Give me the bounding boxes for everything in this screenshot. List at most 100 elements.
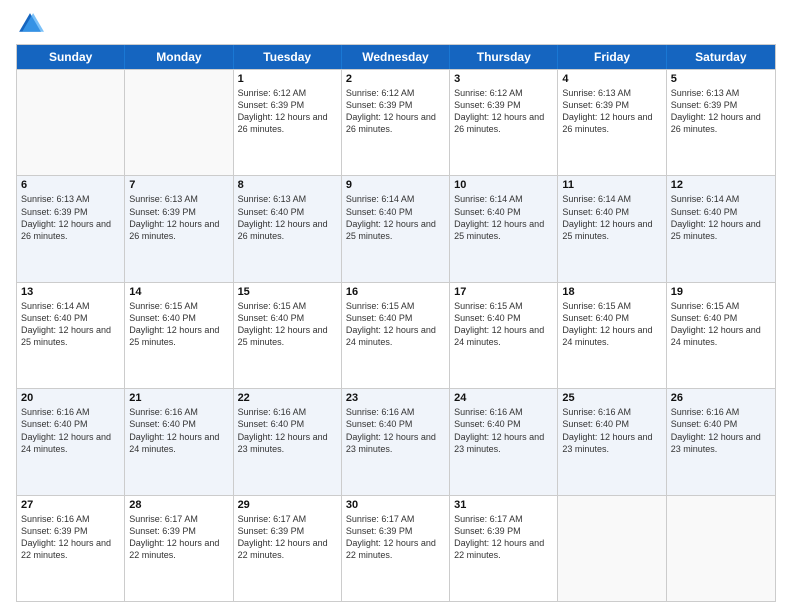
day-cell	[17, 70, 125, 175]
day-header-monday: Monday	[125, 45, 233, 69]
day-info: Sunrise: 6:16 AM Sunset: 6:40 PM Dayligh…	[21, 406, 120, 455]
day-number: 24	[454, 392, 553, 404]
day-cell: 17Sunrise: 6:15 AM Sunset: 6:40 PM Dayli…	[450, 283, 558, 388]
day-cell: 15 Sunrise: 6:15 AM Sunset: 6:40 PM Dayli…	[234, 283, 342, 388]
day-number: 7	[129, 179, 228, 191]
week-row: 6 Sunrise: 6:13 AM Sunset: 6:39 PM Daylig…	[17, 175, 775, 281]
day-header-saturday: Saturday	[667, 45, 775, 69]
day-info: Sunrise: 6:12 AM Sunset: 6:39 PM Dayligh…	[454, 87, 553, 136]
day-number: 11	[562, 179, 661, 191]
week-row: 13 Sunrise: 6:14 AM Sunset: 6:40 PM Dayli…	[17, 282, 775, 388]
day-cell	[125, 70, 233, 175]
day-cell	[667, 496, 775, 601]
day-cell: 1Sunrise: 6:12 AM Sunset: 6:39 PM Daylig…	[234, 70, 342, 175]
calendar: SundayMondayTuesdayWednesdayThursdayFrid…	[16, 44, 776, 602]
day-number: 10	[454, 179, 553, 191]
day-number: 21	[129, 392, 228, 404]
day-info: Sunrise: 6:16 AM Sunset: 6:40 PM Dayligh…	[129, 406, 228, 455]
week-row: 20 Sunrise: 6:16 AM Sunset: 6:40 PM Dayli…	[17, 388, 775, 494]
day-info: Sunrise: 6:14 AM Sunset: 6:40 PM Dayligh…	[346, 193, 445, 242]
day-info: Sunrise: 6:14 AM Sunset: 6:40 PM Dayligh…	[562, 193, 661, 242]
day-info: Sunrise: 6:16 AM Sunset: 6:40 PM Dayligh…	[238, 406, 337, 455]
day-number: 26	[671, 392, 771, 404]
day-number: 25	[562, 392, 661, 404]
day-header-thursday: Thursday	[450, 45, 558, 69]
day-cell: 12 Sunrise: 6:14 AM Sunset: 6:40 PM Dayli…	[667, 176, 775, 281]
day-number: 12	[671, 179, 771, 191]
day-info: Sunrise: 6:14 AM Sunset: 6:40 PM Dayligh…	[454, 193, 553, 242]
calendar-body: 1Sunrise: 6:12 AM Sunset: 6:39 PM Daylig…	[17, 69, 775, 601]
day-number: 29	[238, 499, 337, 511]
day-number: 3	[454, 73, 553, 85]
day-info: Sunrise: 6:13 AM Sunset: 6:39 PM Dayligh…	[562, 87, 661, 136]
day-info: Sunrise: 6:15 AM Sunset: 6:40 PM Dayligh…	[346, 300, 445, 349]
day-cell: 6 Sunrise: 6:13 AM Sunset: 6:39 PM Daylig…	[17, 176, 125, 281]
day-cell: 4 Sunrise: 6:13 AM Sunset: 6:39 PM Daylig…	[558, 70, 666, 175]
day-cell: 22 Sunrise: 6:16 AM Sunset: 6:40 PM Dayli…	[234, 389, 342, 494]
day-number: 28	[129, 499, 228, 511]
day-cell: 29Sunrise: 6:17 AM Sunset: 6:39 PM Dayli…	[234, 496, 342, 601]
day-number: 5	[671, 73, 771, 85]
day-cell: 8 Sunrise: 6:13 AM Sunset: 6:40 PM Daylig…	[234, 176, 342, 281]
day-cell: 16 Sunrise: 6:15 AM Sunset: 6:40 PM Dayli…	[342, 283, 450, 388]
day-number: 20	[21, 392, 120, 404]
day-number: 9	[346, 179, 445, 191]
day-number: 8	[238, 179, 337, 191]
day-info: Sunrise: 6:15 AM Sunset: 6:40 PM Dayligh…	[454, 300, 553, 349]
day-cell	[558, 496, 666, 601]
day-info: Sunrise: 6:16 AM Sunset: 6:40 PM Dayligh…	[562, 406, 661, 455]
day-header-tuesday: Tuesday	[234, 45, 342, 69]
day-info: Sunrise: 6:15 AM Sunset: 6:40 PM Dayligh…	[238, 300, 337, 349]
day-cell: 7 Sunrise: 6:13 AM Sunset: 6:39 PM Daylig…	[125, 176, 233, 281]
day-cell: 27 Sunrise: 6:16 AM Sunset: 6:39 PM Dayli…	[17, 496, 125, 601]
day-cell: 11 Sunrise: 6:14 AM Sunset: 6:40 PM Dayli…	[558, 176, 666, 281]
day-info: Sunrise: 6:13 AM Sunset: 6:40 PM Dayligh…	[238, 193, 337, 242]
day-cell: 9 Sunrise: 6:14 AM Sunset: 6:40 PM Daylig…	[342, 176, 450, 281]
day-header-sunday: Sunday	[17, 45, 125, 69]
day-info: Sunrise: 6:17 AM Sunset: 6:39 PM Dayligh…	[129, 513, 228, 562]
day-info: Sunrise: 6:13 AM Sunset: 6:39 PM Dayligh…	[129, 193, 228, 242]
week-row: 27 Sunrise: 6:16 AM Sunset: 6:39 PM Dayli…	[17, 495, 775, 601]
day-info: Sunrise: 6:15 AM Sunset: 6:40 PM Dayligh…	[671, 300, 771, 349]
day-number: 23	[346, 392, 445, 404]
day-info: Sunrise: 6:13 AM Sunset: 6:39 PM Dayligh…	[21, 193, 120, 242]
day-info: Sunrise: 6:13 AM Sunset: 6:39 PM Dayligh…	[671, 87, 771, 136]
day-number: 14	[129, 286, 228, 298]
day-cell: 3 Sunrise: 6:12 AM Sunset: 6:39 PM Daylig…	[450, 70, 558, 175]
day-number: 13	[21, 286, 120, 298]
day-cell: 19Sunrise: 6:15 AM Sunset: 6:40 PM Dayli…	[667, 283, 775, 388]
day-cell: 31Sunrise: 6:17 AM Sunset: 6:39 PM Dayli…	[450, 496, 558, 601]
logo	[16, 10, 48, 38]
day-cell: 30Sunrise: 6:17 AM Sunset: 6:39 PM Dayli…	[342, 496, 450, 601]
day-cell: 23 Sunrise: 6:16 AM Sunset: 6:40 PM Dayli…	[342, 389, 450, 494]
day-header-wednesday: Wednesday	[342, 45, 450, 69]
day-number: 4	[562, 73, 661, 85]
day-cell: 10 Sunrise: 6:14 AM Sunset: 6:40 PM Dayli…	[450, 176, 558, 281]
day-cell: 14 Sunrise: 6:15 AM Sunset: 6:40 PM Dayli…	[125, 283, 233, 388]
day-number: 15	[238, 286, 337, 298]
day-number: 2	[346, 73, 445, 85]
day-cell: 18Sunrise: 6:15 AM Sunset: 6:40 PM Dayli…	[558, 283, 666, 388]
day-number: 16	[346, 286, 445, 298]
day-info: Sunrise: 6:14 AM Sunset: 6:40 PM Dayligh…	[671, 193, 771, 242]
day-info: Sunrise: 6:12 AM Sunset: 6:39 PM Dayligh…	[346, 87, 445, 136]
day-info: Sunrise: 6:16 AM Sunset: 6:40 PM Dayligh…	[346, 406, 445, 455]
day-number: 22	[238, 392, 337, 404]
day-info: Sunrise: 6:16 AM Sunset: 6:40 PM Dayligh…	[454, 406, 553, 455]
day-cell: 5 Sunrise: 6:13 AM Sunset: 6:39 PM Daylig…	[667, 70, 775, 175]
day-info: Sunrise: 6:16 AM Sunset: 6:39 PM Dayligh…	[21, 513, 120, 562]
header	[16, 10, 776, 38]
day-number: 18	[562, 286, 661, 298]
logo-icon	[16, 10, 44, 38]
day-headers: SundayMondayTuesdayWednesdayThursdayFrid…	[17, 45, 775, 69]
day-cell: 24 Sunrise: 6:16 AM Sunset: 6:40 PM Dayli…	[450, 389, 558, 494]
day-cell: 20 Sunrise: 6:16 AM Sunset: 6:40 PM Dayli…	[17, 389, 125, 494]
day-number: 30	[346, 499, 445, 511]
day-info: Sunrise: 6:14 AM Sunset: 6:40 PM Dayligh…	[21, 300, 120, 349]
day-number: 27	[21, 499, 120, 511]
day-number: 6	[21, 179, 120, 191]
day-number: 31	[454, 499, 553, 511]
page: SundayMondayTuesdayWednesdayThursdayFrid…	[0, 0, 792, 612]
day-cell: 28 Sunrise: 6:17 AM Sunset: 6:39 PM Dayli…	[125, 496, 233, 601]
day-info: Sunrise: 6:15 AM Sunset: 6:40 PM Dayligh…	[129, 300, 228, 349]
